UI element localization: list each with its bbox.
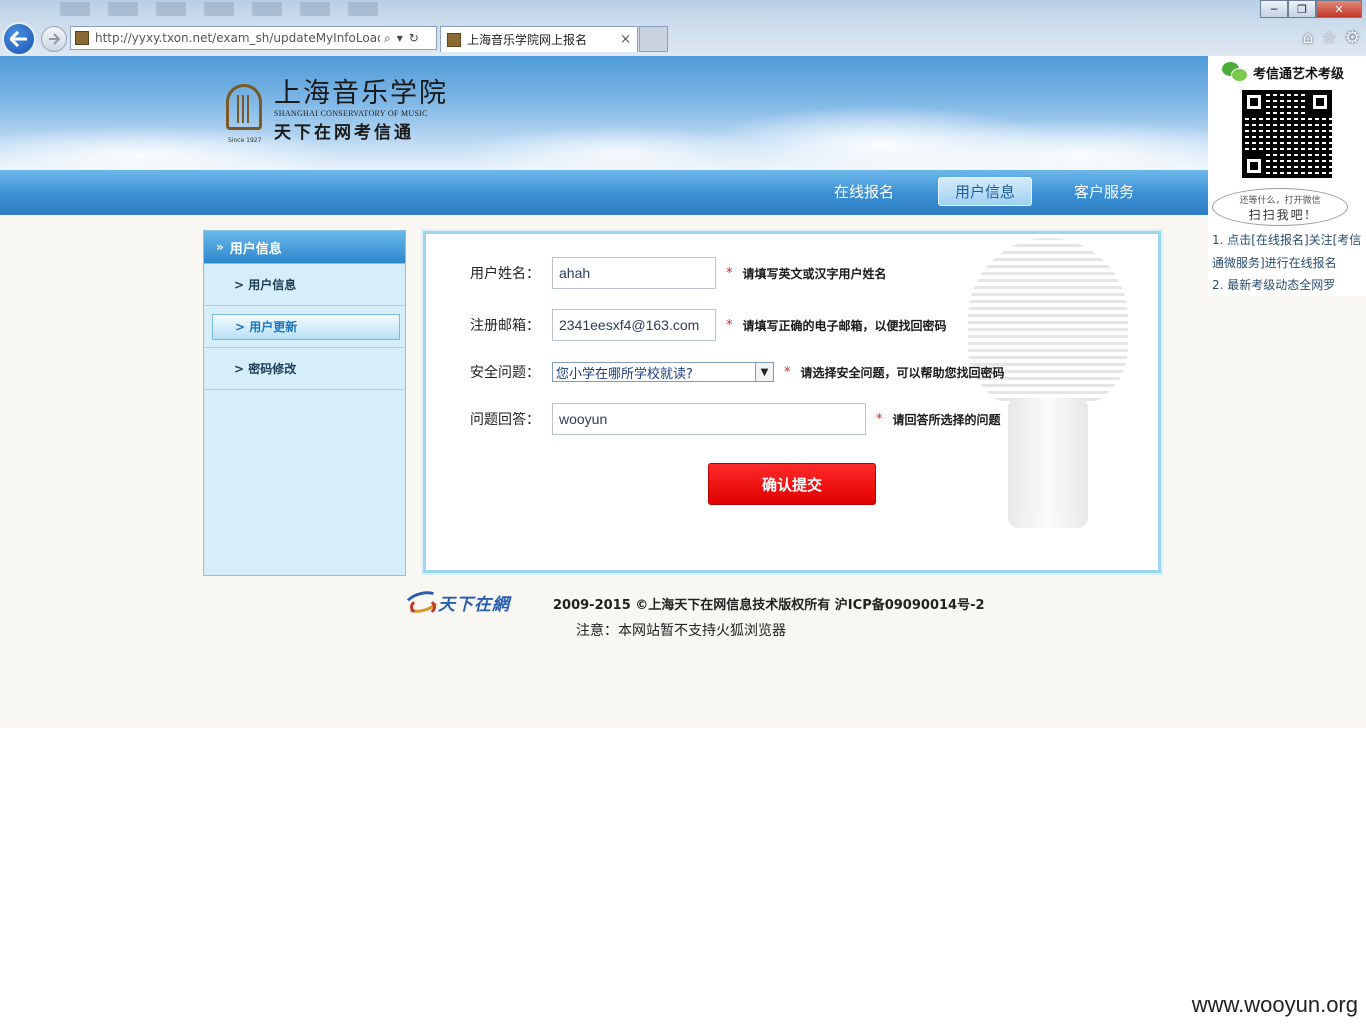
sidebar-item-user-info[interactable]: > 用户信息 [204, 264, 405, 306]
tab-favicon-icon [447, 32, 461, 47]
page-body: Since 1927 上海音乐学院 SHANGHAI CONSERVATORY … [0, 56, 1366, 728]
nav-user-info[interactable]: 用户信息 [938, 177, 1033, 206]
qr-title-label: 考信通艺术考级 [1253, 66, 1345, 82]
microphone-watermark-icon [938, 238, 1138, 538]
security-question-hint: 请选择安全问题，可以帮助您找回密码 [800, 365, 1005, 380]
sidebar: » 用户信息 > 用户信息 > 用户更新 > 密码修改 [203, 230, 406, 576]
sidebar-item-user-update[interactable]: > 用户更新 [204, 306, 405, 348]
forward-button[interactable] [41, 26, 67, 52]
dropdown-icon[interactable]: ▾ [397, 31, 403, 46]
search-icon[interactable]: ⌕ [384, 31, 391, 46]
copyright-text: 2009-2015 ©上海天下在网信息技术版权所有 沪ICP备09090014号… [553, 598, 985, 613]
security-question-label: 安全问题： [470, 365, 540, 381]
sidebar-heading: » 用户信息 [204, 231, 405, 264]
email-row: 注册邮箱： 2341eesxf4@163.com * 请填写正确的电子邮箱，以便… [470, 309, 947, 341]
address-bar[interactable]: http://yyxy.txon.net/exam_sh/updateMyInf… [70, 26, 437, 50]
username-label: 用户姓名： [470, 266, 540, 282]
security-question-value[interactable]: 您小学在哪所学校就读? [553, 363, 755, 382]
qr-info-item: 1. 点击[在线报名]关注[考信通微服务]进行在线报名 [1212, 233, 1362, 270]
required-marker: * [876, 411, 883, 427]
footer-logo-text: 天下在網 [438, 594, 510, 615]
email-input[interactable]: 2341eesxf4@163.com [552, 309, 716, 341]
home-icon[interactable]: ⌂ [1303, 28, 1314, 48]
menu-bar-blurred [60, 2, 380, 16]
tab-title[interactable]: 上海音乐学院网上报名 [467, 31, 620, 48]
answer-row: 问题回答： wooyun * 请回答所选择的问题 [470, 403, 1001, 435]
wechat-qr-code [1242, 90, 1332, 178]
minimize-button[interactable]: ─ [1260, 0, 1288, 18]
tab-close-icon[interactable]: × [620, 32, 637, 47]
conservatory-emblem-icon: Since 1927 [222, 78, 266, 144]
window-controls: ─ ❐ ✕ [1260, 0, 1362, 18]
username-input[interactable]: ahah [552, 257, 716, 289]
qr-info-item: 2. 最新考级动态全网罗 [1212, 278, 1336, 292]
security-question-select[interactable]: 您小学在哪所学校就读? ▼ [552, 362, 774, 382]
qr-sidebar: 考信通艺术考级 还等什么，打开微信 扫扫我吧! 1. 点击[在线报名]关注[考信… [1208, 56, 1366, 296]
logo-since: Since 1927 [228, 137, 262, 144]
qr-info-list: 1. 点击[在线报名]关注[考信通微服务]进行在线报名 2. 最新考级动态全网罗 [1212, 229, 1366, 297]
gear-icon[interactable]: ⚙ [1345, 28, 1360, 48]
back-button[interactable] [2, 22, 36, 56]
nav-online-registration[interactable]: 在线报名 [818, 177, 910, 206]
new-tab-button[interactable] [639, 26, 668, 52]
email-hint: 请填写正确的电子邮箱，以便找回密码 [742, 318, 947, 333]
logo-chinese-name: 上海音乐学院 [274, 78, 448, 109]
answer-hint: 请回答所选择的问题 [892, 412, 1001, 427]
required-marker: * [784, 364, 791, 380]
star-icon[interactable]: ☆ [1322, 28, 1337, 48]
bubble-line-1: 还等什么，打开微信 [1239, 196, 1321, 206]
refresh-icon[interactable]: ↻ [409, 31, 419, 46]
header-banner [0, 56, 1210, 170]
browser-tab[interactable]: 上海音乐学院网上报名 × [440, 26, 638, 52]
logo-subtitle: 天下在网考信通 [274, 123, 414, 143]
double-chevron-icon: » [216, 240, 224, 254]
restore-button[interactable]: ❐ [1288, 0, 1316, 18]
nav-customer-service[interactable]: 客户服务 [1058, 177, 1150, 206]
qr-panel-title: 考信通艺术考级 [1222, 62, 1344, 82]
txon-swirl-icon [402, 586, 438, 618]
required-marker: * [726, 265, 733, 281]
sidebar-item-change-password[interactable]: > 密码修改 [204, 348, 405, 390]
bubble-line-2: 扫扫我吧! [1248, 208, 1312, 222]
main-nav: 在线报名 用户信息 客户服务 [0, 170, 1210, 215]
browser-toolbar-icons: ⌂ ☆ ⚙ [1303, 28, 1360, 48]
submit-button[interactable]: 确认提交 [708, 463, 876, 505]
chevron-down-icon[interactable]: ▼ [755, 363, 773, 381]
answer-label: 问题回答： [470, 412, 540, 428]
browser-notice: 注意：本网站暂不支持火狐浏览器 [576, 623, 786, 639]
wechat-icon [1222, 62, 1248, 82]
site-favicon-icon [75, 31, 89, 45]
answer-input[interactable]: wooyun [552, 403, 866, 435]
email-label: 注册邮箱： [470, 318, 540, 334]
address-url[interactable]: http://yyxy.txon.net/exam_sh/updateMyInf… [95, 31, 380, 45]
site-logo[interactable]: Since 1927 上海音乐学院 SHANGHAI CONSERVATORY … [222, 78, 448, 144]
watermark-text: www.wooyun.org [1191, 992, 1358, 1017]
scan-me-bubble: 还等什么，打开微信 扫扫我吧! [1212, 188, 1348, 226]
forward-arrow-icon [49, 33, 60, 45]
logo-english-name: SHANGHAI CONSERVATORY OF MUSIC [274, 109, 428, 118]
user-update-form: 用户姓名： ahah * 请填写英文或汉字用户姓名 注册邮箱： 2341eesx… [423, 231, 1161, 573]
sidebar-heading-label: 用户信息 [229, 241, 282, 257]
username-row: 用户姓名： ahah * 请填写英文或汉字用户姓名 [470, 257, 887, 289]
back-arrow-icon [10, 31, 27, 47]
required-marker: * [726, 317, 733, 333]
browser-chrome: ─ ❐ ✕ http://yyxy.txon.net/exam_sh/updat… [0, 0, 1366, 56]
sidebar-item-label[interactable]: > 用户更新 [212, 313, 400, 340]
username-hint: 请填写英文或汉字用户姓名 [742, 266, 887, 281]
close-window-button[interactable]: ✕ [1316, 0, 1362, 18]
footer-logo: 天下在網 [402, 586, 510, 618]
security-question-row: 安全问题： 您小学在哪所学校就读? ▼ * 请选择安全问题，可以帮助您找回密码 [470, 362, 1005, 382]
